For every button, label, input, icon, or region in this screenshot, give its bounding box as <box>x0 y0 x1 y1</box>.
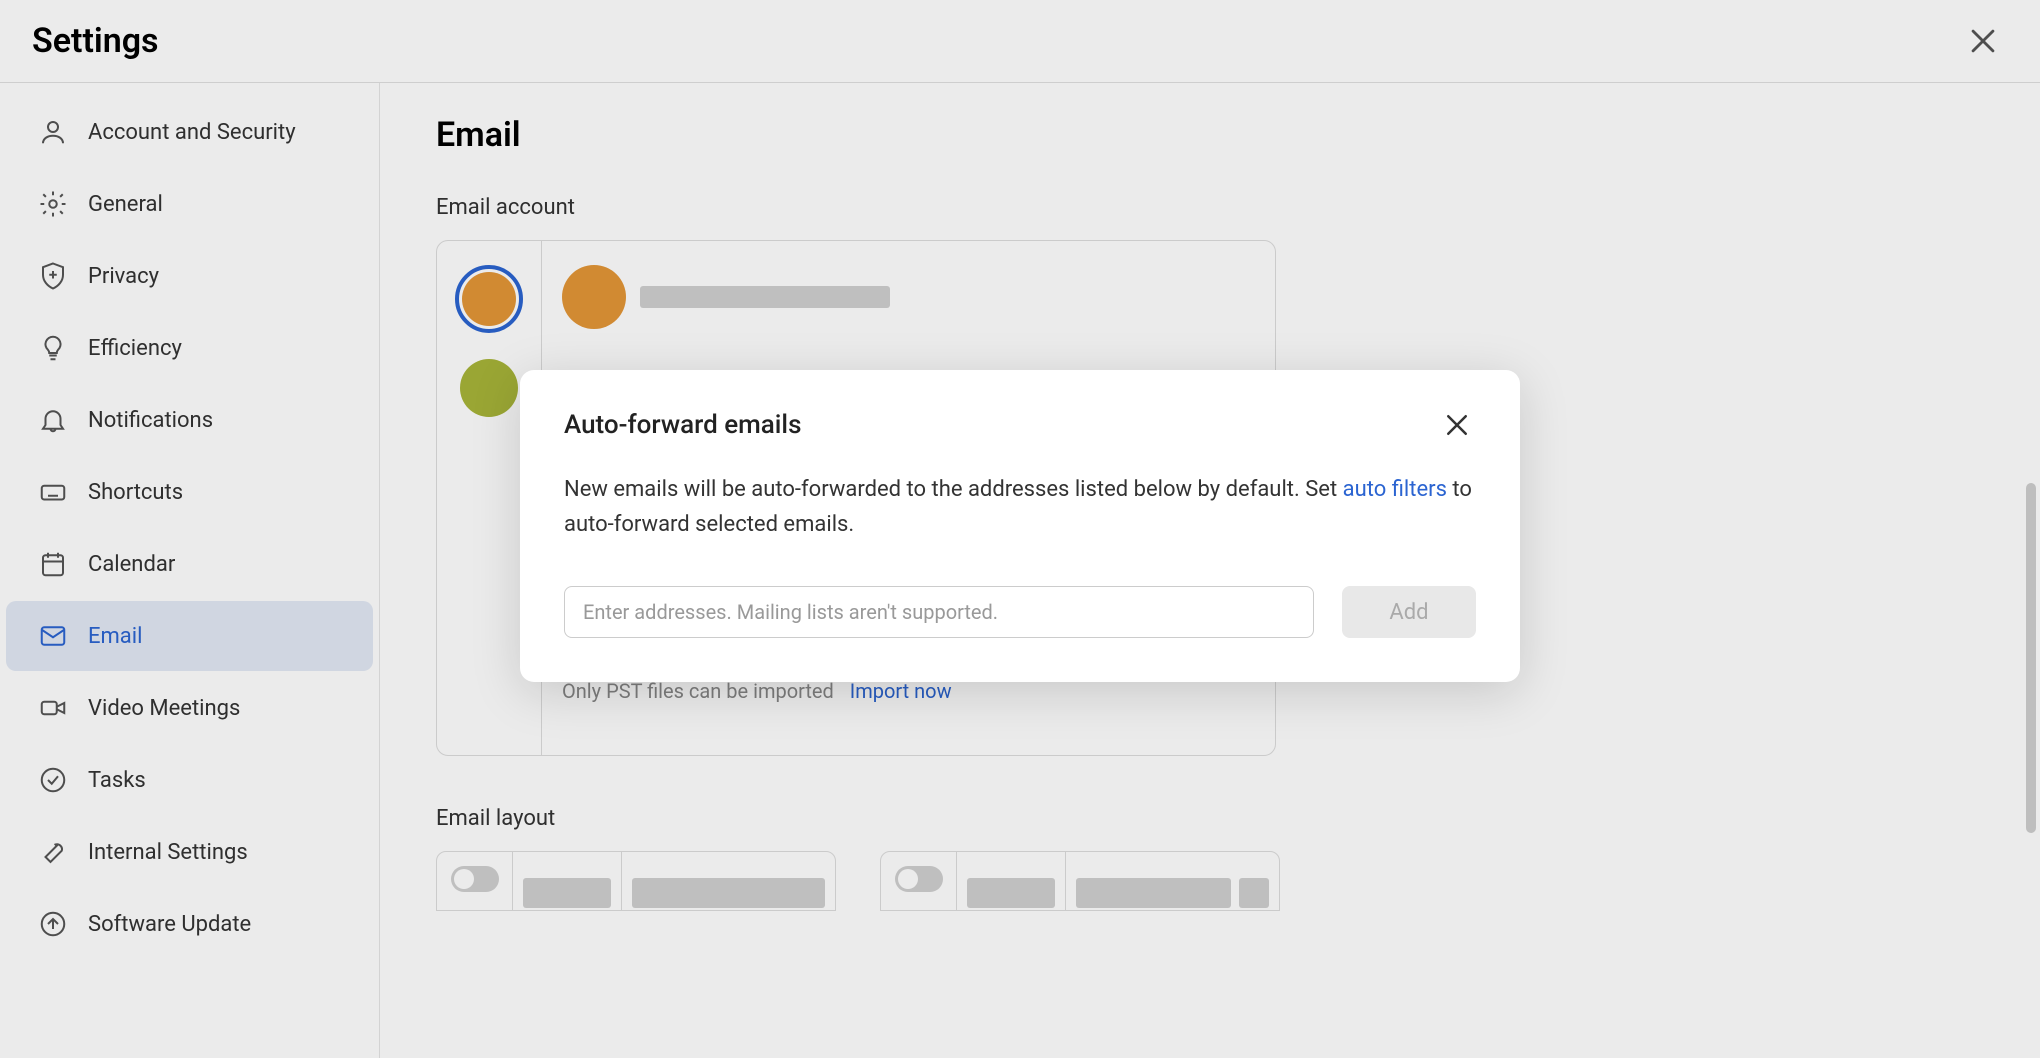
add-button[interactable]: Add <box>1342 586 1476 638</box>
modal-desc-prefix: New emails will be auto-forwarded to the… <box>564 477 1343 502</box>
modal-title: Auto-forward emails <box>564 410 801 440</box>
modal-close-button[interactable] <box>1438 406 1476 444</box>
close-icon <box>1442 410 1472 440</box>
modal-backdrop[interactable]: Auto-forward emails New emails will be a… <box>0 0 2040 1058</box>
address-input[interactable] <box>564 586 1314 638</box>
auto-forward-modal: Auto-forward emails New emails will be a… <box>520 370 1520 682</box>
auto-filters-link[interactable]: auto filters <box>1343 477 1447 502</box>
modal-description: New emails will be auto-forwarded to the… <box>564 472 1476 542</box>
